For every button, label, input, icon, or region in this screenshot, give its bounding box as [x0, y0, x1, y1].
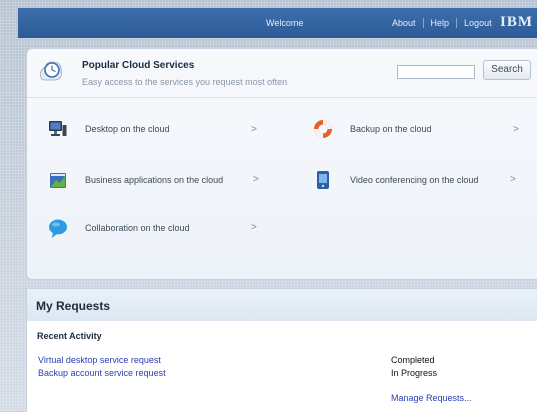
welcome-text: Welcome — [266, 18, 304, 28]
lifebuoy-icon — [314, 120, 332, 138]
service-video-conferencing[interactable]: Video conferencing on the cloud — [312, 169, 478, 191]
service-collaboration[interactable]: Collaboration on the cloud — [47, 217, 190, 239]
chevron-right-icon[interactable]: > — [253, 174, 259, 185]
service-label: Desktop on the cloud — [85, 124, 170, 134]
video-device-icon — [317, 171, 329, 189]
service-label: Business applications on the cloud — [85, 175, 224, 185]
chevron-right-icon[interactable]: > — [251, 222, 257, 233]
recent-activity-label: Recent Activity — [37, 331, 102, 341]
request-status: Completed — [391, 355, 435, 365]
business-chart-icon — [50, 173, 66, 188]
panel-header: Popular Cloud Services Easy access to th… — [27, 49, 537, 98]
clock-icon — [40, 61, 62, 81]
popular-services-panel: Popular Cloud Services Easy access to th… — [26, 48, 537, 280]
request-link[interactable]: Virtual desktop service request — [38, 355, 161, 365]
request-status: In Progress — [391, 368, 438, 378]
ibm-logo: IBM — [500, 14, 533, 30]
chevron-right-icon[interactable]: > — [251, 124, 257, 135]
service-label: Backup on the cloud — [350, 124, 432, 134]
request-link[interactable]: Backup account service request — [38, 368, 166, 378]
requests-header: My Requests — [27, 289, 537, 321]
my-requests-panel: My Requests Recent Activity Virtual desk… — [26, 288, 537, 412]
panel-subtitle: Easy access to the services you request … — [82, 77, 288, 87]
top-links: About Help Logout — [385, 18, 499, 28]
service-label: Collaboration on the cloud — [85, 223, 190, 233]
service-backup[interactable]: Backup on the cloud — [312, 118, 432, 140]
top-navigation-bar: Welcome About Help Logout IBM — [18, 8, 537, 38]
panel-title: Popular Cloud Services — [82, 60, 195, 71]
chevron-right-icon[interactable]: > — [510, 174, 516, 185]
about-link[interactable]: About — [385, 18, 423, 28]
manage-requests-link[interactable]: Manage Requests... — [391, 393, 472, 403]
chevron-right-icon[interactable]: > — [513, 124, 519, 135]
logout-link[interactable]: Logout — [456, 18, 499, 28]
requests-title: My Requests — [36, 299, 111, 313]
help-link[interactable]: Help — [422, 18, 457, 28]
search-button[interactable]: Search — [483, 60, 531, 80]
service-label: Video conferencing on the cloud — [350, 175, 479, 185]
speech-bubble-icon — [49, 219, 67, 238]
service-desktop[interactable]: Desktop on the cloud — [47, 118, 170, 140]
service-business-applications[interactable]: Business applications on the cloud — [47, 169, 223, 191]
search-input[interactable] — [397, 65, 475, 79]
desktop-computer-icon — [49, 121, 67, 136]
